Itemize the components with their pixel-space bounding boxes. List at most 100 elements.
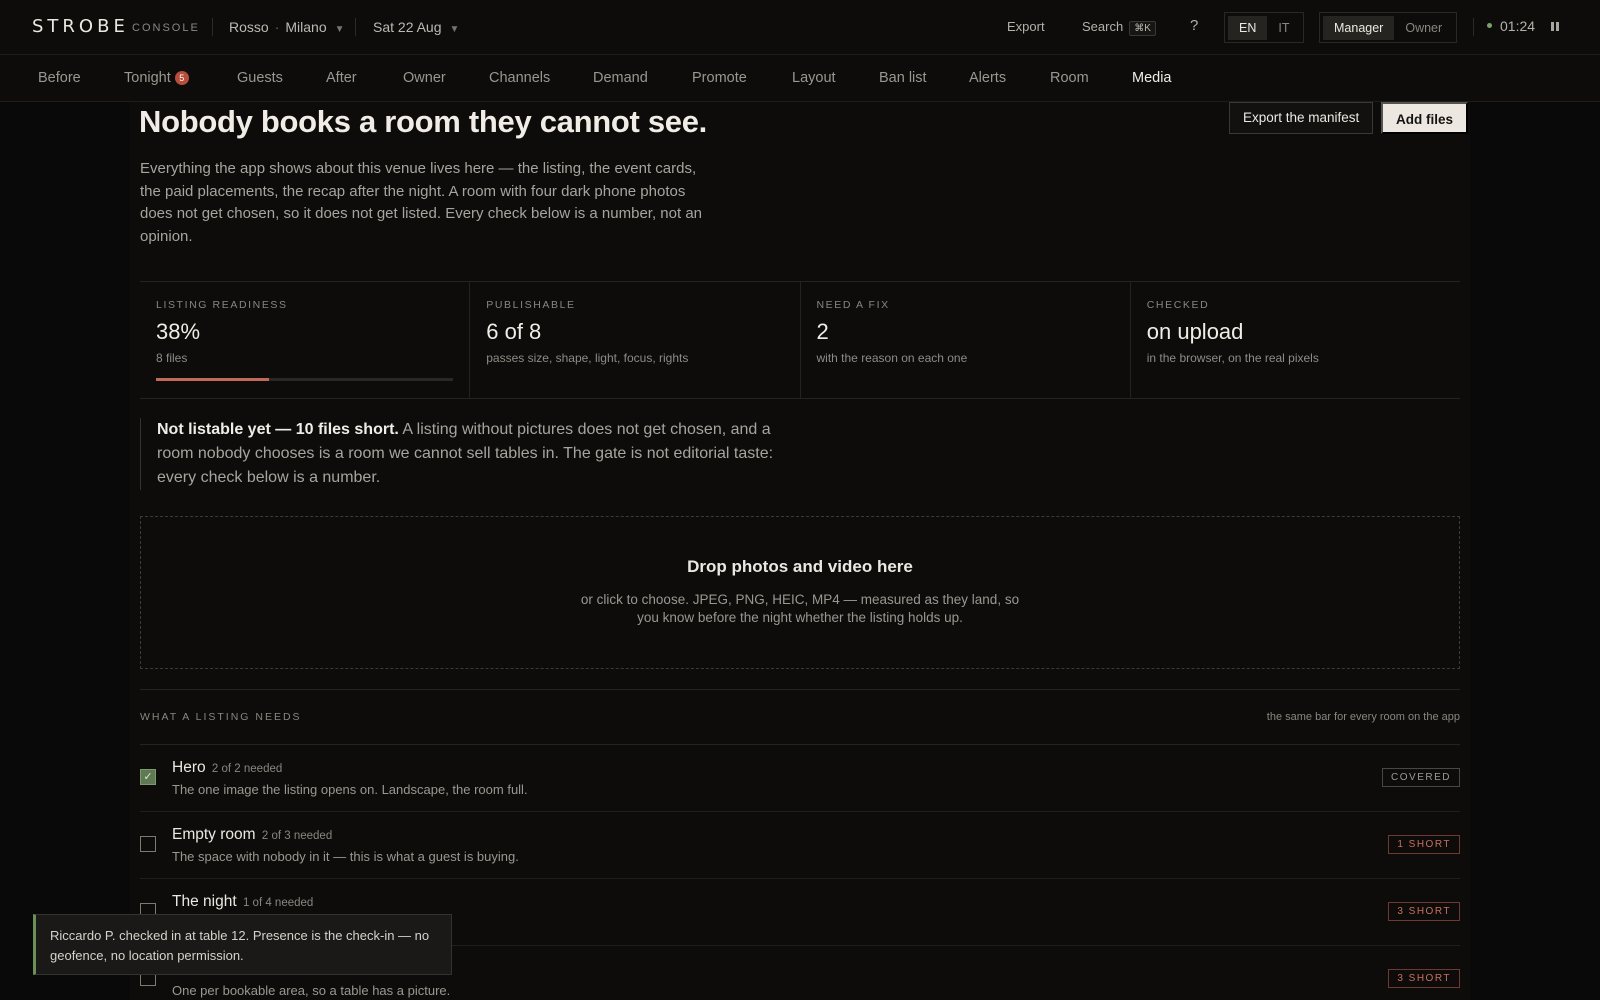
tab-media[interactable]: Media	[1132, 70, 1172, 86]
tab-channels[interactable]: Channels	[489, 70, 550, 86]
shortcut-key: ⌘K	[1129, 21, 1156, 36]
requirement-title: The night	[172, 893, 237, 910]
divider	[355, 18, 356, 36]
search-button[interactable]: Search ⌘K	[1082, 19, 1156, 36]
brand-subtitle: CONSOLE	[132, 22, 200, 34]
role-switch: Manager Owner	[1319, 12, 1458, 43]
requirement-title: Hero	[172, 759, 206, 776]
tab-before[interactable]: Before	[38, 70, 81, 86]
separator-dot: ·	[274, 19, 280, 35]
checkin-toast[interactable]: Riccardo P. checked in at table 12. Pres…	[33, 914, 452, 975]
live-clock: 01:24	[1487, 18, 1535, 34]
clock-time: 01:24	[1500, 18, 1536, 34]
tonight-count-badge: 5	[174, 71, 189, 85]
stat-publishable: PUBLISHABLE 6 of 8 passes size, shape, l…	[469, 282, 799, 398]
brand-logo[interactable]: STROBE	[32, 16, 129, 37]
requirement-name: Hero 2 of 2 needed	[172, 759, 282, 777]
page-gutter-right	[1470, 102, 1600, 1000]
tab-guests[interactable]: Guests	[237, 70, 283, 86]
divider	[212, 18, 213, 36]
requirements-header: WHAT A LISTING NEEDS the same bar for ev…	[140, 690, 1460, 745]
stat-sub: in the browser, on the real pixels	[1146, 351, 1319, 365]
page-description: Everything the app shows about this venu…	[140, 160, 703, 245]
tab-demand[interactable]: Demand	[593, 70, 648, 86]
tab-room[interactable]: Room	[1050, 70, 1089, 86]
toast-message: Riccardo P. checked in at table 12. Pres…	[50, 928, 430, 963]
dropzone-title: Drop photos and video here	[687, 557, 913, 576]
requirement-count: 1 of 4 needed	[242, 897, 314, 909]
search-label: Search	[1082, 19, 1124, 34]
stat-checked: CHECKED on upload in the browser, on the…	[1129, 282, 1460, 398]
stat-listing-readiness: LISTING READINESS 38% 8 files	[140, 282, 469, 398]
tab-alerts[interactable]: Alerts	[969, 70, 1006, 86]
date-selector[interactable]: Sat 22 Aug ▼	[373, 19, 459, 35]
lang-it-option[interactable]: IT	[1267, 16, 1300, 40]
top-bar: STROBE CONSOLE Rosso · Milano ▼ Sat 22 Aug ▼…	[0, 0, 1600, 55]
stat-value: 6 of 8	[486, 319, 542, 344]
stat-need-a-fix: NEED A FIX 2 with the reason on each one	[799, 282, 1130, 398]
stat-value: 38%	[156, 319, 201, 344]
requirement-name: The night 1 of 4 needed	[172, 893, 313, 911]
requirement-title: Empty room	[172, 826, 256, 843]
language-switch: EN IT	[1224, 12, 1305, 43]
chevron-down-icon: ▼	[334, 24, 345, 35]
checkbox-icon[interactable]	[140, 836, 156, 852]
tab-ban-list[interactable]: Ban list	[879, 70, 927, 86]
section-aside: the same bar for every room on the app	[1266, 711, 1460, 723]
tab-layout[interactable]: Layout	[792, 70, 836, 86]
tab-tonight[interactable]: Tonight 5	[124, 70, 189, 86]
date-label: Sat 22 Aug	[373, 19, 442, 35]
chevron-down-icon: ▼	[449, 24, 460, 35]
checkbox-checked-icon[interactable]: ✓	[140, 769, 156, 785]
requirement-desc: The space with nobody in it — this is wh…	[172, 849, 519, 864]
venue-city: Milano	[285, 19, 327, 35]
stats-strip: LISTING READINESS 38% 8 files PUBLISHABL…	[140, 281, 1460, 399]
section-tabs: Before Tonight 5 Guests After Owner Chann…	[0, 55, 1600, 102]
requirement-desc: One per bookable area, so a table has a …	[172, 983, 451, 998]
page-title: Nobody books a room they cannot see.	[139, 104, 707, 139]
help-icon[interactable]: ?	[1190, 17, 1198, 34]
stat-sub: 8 files	[156, 351, 188, 365]
dropzone-hint: or click to choose. JPEG, PNG, HEIC, MP4…	[580, 592, 1020, 625]
tab-after[interactable]: After	[326, 70, 357, 86]
requirement-count: 2 of 2 needed	[211, 763, 283, 775]
section-heading: WHAT A LISTING NEEDS	[140, 711, 302, 723]
status-badge: 3 SHORT	[1388, 969, 1460, 988]
stat-sub: with the reason on each one	[816, 351, 968, 365]
tab-owner[interactable]: Owner	[403, 70, 446, 86]
requirement-desc: The one image the listing opens on. Land…	[172, 782, 528, 797]
stat-sub: passes size, shape, light, focus, rights	[486, 351, 689, 365]
listability-note: Not listable yet — 10 files short. A lis…	[140, 418, 780, 490]
page-gutter-left	[0, 102, 130, 1000]
status-badge: COVERED	[1382, 768, 1460, 787]
readiness-progress-fill	[156, 378, 269, 381]
requirement-row: ✓ Hero 2 of 2 needed The one image the l…	[140, 745, 1460, 812]
venue-name: Rosso	[229, 19, 269, 35]
upload-dropzone[interactable]: Drop photos and video here or click to c…	[140, 516, 1460, 669]
add-files-button[interactable]: Add files	[1381, 102, 1469, 134]
venue-selector[interactable]: Rosso · Milano ▼	[229, 19, 345, 35]
divider	[1473, 18, 1474, 36]
role-owner-option[interactable]: Owner	[1394, 16, 1453, 40]
stat-value: on upload	[1146, 319, 1244, 344]
stat-label: LISTING READINESS	[156, 299, 288, 311]
tab-promote[interactable]: Promote	[692, 70, 747, 86]
stat-label: PUBLISHABLE	[486, 299, 576, 311]
requirement-count: 2 of 3 needed	[261, 830, 333, 842]
status-badge: 3 SHORT	[1388, 902, 1460, 921]
stat-value: 2	[816, 319, 829, 344]
lang-en-option[interactable]: EN	[1228, 15, 1268, 40]
requirement-name: Empty room 2 of 3 needed	[172, 826, 332, 844]
pause-icon[interactable]	[1551, 22, 1559, 31]
stat-label: NEED A FIX	[816, 299, 890, 311]
export-manifest-button[interactable]: Export the manifest	[1229, 102, 1374, 134]
live-dot-icon	[1487, 22, 1492, 28]
tab-tonight-label: Tonight	[124, 70, 171, 86]
note-headline: Not listable yet — 10 files short.	[157, 421, 399, 438]
export-link[interactable]: Export	[1007, 19, 1045, 34]
role-manager-option[interactable]: Manager	[1323, 15, 1395, 40]
readiness-progress-bar	[156, 378, 454, 381]
requirement-row: Empty room 2 of 3 needed The space with …	[140, 812, 1460, 879]
stat-label: CHECKED	[1146, 299, 1210, 311]
status-badge: 1 SHORT	[1388, 835, 1460, 854]
